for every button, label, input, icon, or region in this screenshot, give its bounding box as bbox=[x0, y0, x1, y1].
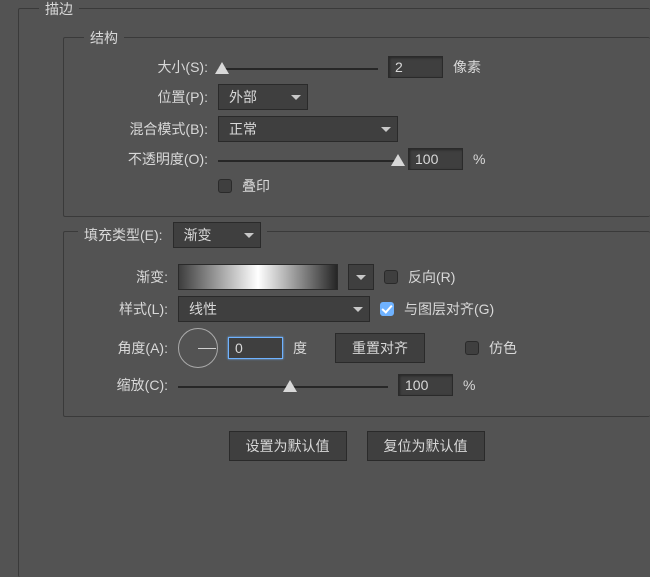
blend-value: 正常 bbox=[229, 119, 257, 139]
opacity-unit: % bbox=[473, 151, 505, 167]
opacity-slider[interactable] bbox=[218, 160, 398, 162]
reset-default-button[interactable]: 复位为默认值 bbox=[367, 431, 485, 461]
opacity-row: 不透明度(O): % bbox=[78, 148, 636, 170]
scale-label: 缩放(C): bbox=[78, 375, 168, 395]
footer-row: 设置为默认值 复位为默认值 bbox=[63, 431, 650, 461]
gradient-row: 渐变: 反向(R) bbox=[78, 264, 636, 290]
style-select[interactable]: 线性 bbox=[178, 296, 370, 322]
angle-input[interactable] bbox=[228, 337, 283, 359]
angle-dial[interactable] bbox=[178, 328, 218, 368]
chevron-down-icon bbox=[353, 307, 363, 312]
fill-group: 填充类型(E): 渐变 渐变: 反向(R) 样式(L): 线性 bbox=[63, 231, 650, 417]
reverse-label: 反向(R) bbox=[408, 267, 455, 287]
gradient-picker-button[interactable] bbox=[348, 264, 374, 290]
style-row: 样式(L): 线性 与图层对齐(G) bbox=[78, 296, 636, 322]
fill-type-select[interactable]: 渐变 bbox=[173, 222, 261, 248]
blend-row: 混合模式(B): 正常 bbox=[78, 116, 636, 142]
structure-title: 结构 bbox=[84, 28, 124, 48]
chevron-down-icon bbox=[381, 127, 391, 132]
set-default-button[interactable]: 设置为默认值 bbox=[229, 431, 347, 461]
blend-select[interactable]: 正常 bbox=[218, 116, 398, 142]
structure-group: 结构 大小(S): 像素 位置(P): 外部 混合模式(B): 正常 不透明度 bbox=[63, 37, 650, 217]
size-label: 大小(S): bbox=[78, 57, 208, 77]
scale-row: 缩放(C): % bbox=[78, 374, 636, 396]
chevron-down-icon bbox=[291, 95, 301, 100]
scale-unit: % bbox=[463, 377, 495, 393]
align-checkbox[interactable] bbox=[380, 302, 394, 316]
overprint-row: 叠印 bbox=[78, 176, 636, 196]
position-row: 位置(P): 外部 bbox=[78, 84, 636, 110]
fill-title-wrap: 填充类型(E): 渐变 bbox=[78, 222, 267, 248]
style-label: 样式(L): bbox=[78, 299, 168, 319]
size-slider[interactable] bbox=[218, 68, 378, 70]
angle-label: 角度(A): bbox=[78, 338, 168, 358]
stroke-panel-title: 描边 bbox=[39, 0, 79, 19]
dither-label: 仿色 bbox=[489, 338, 517, 358]
scale-input[interactable] bbox=[398, 374, 453, 396]
slider-thumb-icon[interactable] bbox=[391, 154, 405, 166]
chevron-down-icon bbox=[244, 233, 254, 238]
gradient-label: 渐变: bbox=[78, 267, 168, 287]
blend-label: 混合模式(B): bbox=[78, 119, 208, 139]
slider-thumb-icon[interactable] bbox=[215, 62, 229, 74]
position-value: 外部 bbox=[229, 87, 257, 107]
opacity-input[interactable] bbox=[408, 148, 463, 170]
overprint-label: 叠印 bbox=[242, 176, 270, 196]
slider-thumb-icon[interactable] bbox=[283, 380, 297, 392]
gradient-swatch[interactable] bbox=[178, 264, 338, 290]
angle-row: 角度(A): 度 重置对齐 仿色 bbox=[78, 328, 636, 368]
overprint-checkbox[interactable] bbox=[218, 179, 232, 193]
size-input[interactable] bbox=[388, 56, 443, 78]
fill-type-value: 渐变 bbox=[184, 225, 212, 245]
scale-slider[interactable] bbox=[178, 386, 388, 388]
fill-type-label: 填充类型(E): bbox=[84, 225, 163, 245]
dither-checkbox[interactable] bbox=[465, 341, 479, 355]
angle-unit: 度 bbox=[293, 338, 325, 358]
reset-align-button[interactable]: 重置对齐 bbox=[335, 333, 425, 363]
chevron-down-icon bbox=[356, 275, 366, 280]
size-row: 大小(S): 像素 bbox=[78, 56, 636, 78]
position-select[interactable]: 外部 bbox=[218, 84, 308, 110]
reverse-checkbox[interactable] bbox=[384, 270, 398, 284]
style-value: 线性 bbox=[189, 299, 217, 319]
stroke-panel: 描边 结构 大小(S): 像素 位置(P): 外部 混合模式(B): 正常 bbox=[18, 8, 650, 577]
position-label: 位置(P): bbox=[78, 87, 208, 107]
opacity-label: 不透明度(O): bbox=[78, 149, 208, 169]
align-label: 与图层对齐(G) bbox=[404, 299, 494, 319]
size-unit: 像素 bbox=[453, 57, 485, 77]
